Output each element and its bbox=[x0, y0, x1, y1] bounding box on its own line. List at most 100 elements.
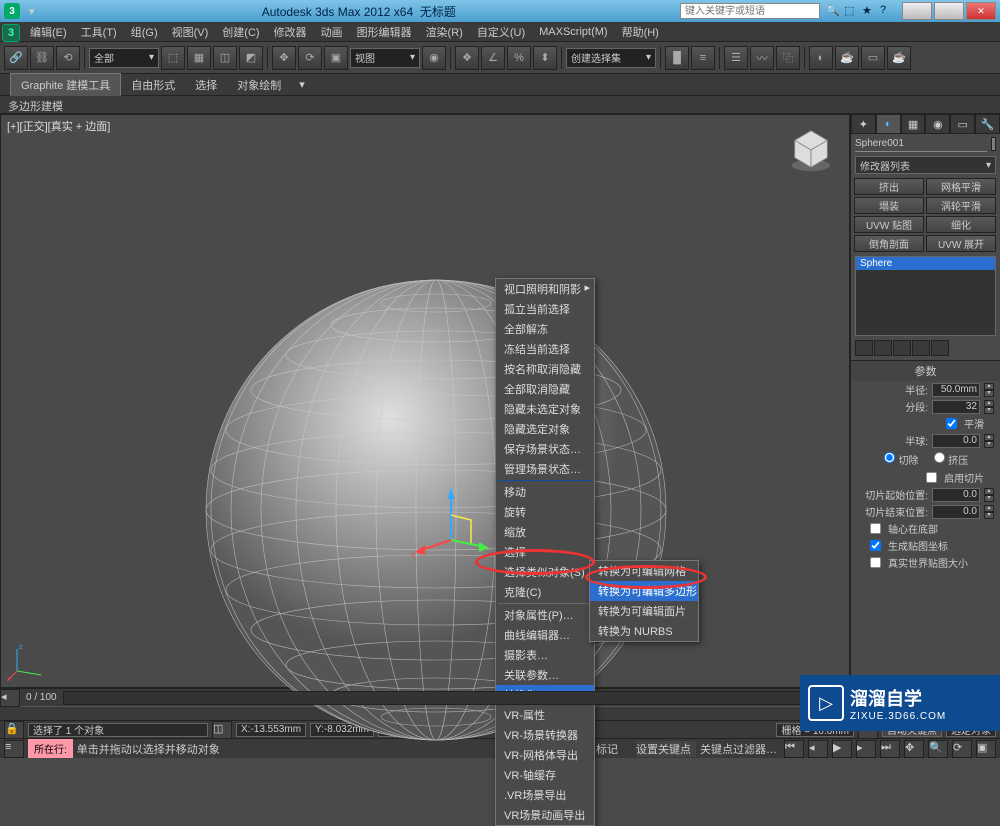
mod-btn-turbosmooth[interactable]: 涡轮平滑 bbox=[926, 197, 996, 214]
play-end-button[interactable]: ⏭ bbox=[880, 740, 900, 758]
modifier-stack[interactable]: Sphere bbox=[855, 256, 996, 336]
tab-utilities[interactable]: 🔧 bbox=[975, 114, 1000, 134]
play-start-button[interactable]: ⏮ bbox=[784, 740, 804, 758]
tab-motion[interactable]: ◉ bbox=[925, 114, 950, 134]
menu-grapheditors[interactable]: 图形编辑器 bbox=[351, 22, 418, 42]
segments-spinner[interactable]: ▴▾ bbox=[984, 400, 994, 414]
play-prev-button[interactable]: ◂ bbox=[808, 740, 828, 758]
object-color-swatch[interactable] bbox=[991, 137, 996, 151]
bind-button[interactable]: ⟲ bbox=[56, 46, 80, 70]
tab-display[interactable]: ▭ bbox=[950, 114, 975, 134]
modifier-list-dropdown[interactable]: 修改器列表▾ bbox=[855, 156, 996, 174]
pivot-button[interactable]: ◉ bbox=[422, 46, 446, 70]
ctx-vr-scene-conv[interactable]: VR-场景转换器 bbox=[496, 725, 594, 745]
nav-pan-button[interactable]: ✥ bbox=[904, 740, 924, 758]
tab-hierarchy[interactable]: ▦ bbox=[901, 114, 926, 134]
ctx-move[interactable]: 移动 bbox=[496, 482, 594, 502]
menu-customize[interactable]: 自定义(U) bbox=[471, 22, 531, 42]
chop-radio[interactable]: 切除 bbox=[883, 451, 919, 467]
mod-btn-meshsmooth[interactable]: 网格平滑 bbox=[926, 178, 996, 195]
spinner-snap-button[interactable]: ⬍ bbox=[533, 46, 557, 70]
ribbon-tab-selection[interactable]: 选择 bbox=[185, 74, 227, 96]
stack-item-sphere[interactable]: Sphere bbox=[856, 257, 995, 270]
curve-editor-button[interactable]: 〰 bbox=[750, 46, 774, 70]
menu-modifiers[interactable]: 修改器 bbox=[268, 22, 313, 42]
ctx-hide-sel[interactable]: 隐藏选定对象 bbox=[496, 419, 594, 439]
scale-button[interactable]: ▣ bbox=[324, 46, 348, 70]
minimize-button[interactable]: — bbox=[902, 2, 932, 20]
play-next-button[interactable]: ▸ bbox=[856, 740, 876, 758]
menu-group[interactable]: 组(G) bbox=[125, 22, 164, 42]
ribbon-panel-label[interactable]: 多边形建模 bbox=[0, 96, 1000, 114]
ctx-vr-props[interactable]: VR-属性 bbox=[496, 705, 594, 725]
schematic-button[interactable]: ⿻ bbox=[776, 46, 800, 70]
menu-maxscript[interactable]: MAXScript(M) bbox=[533, 24, 613, 40]
ctx-obj-props[interactable]: 对象属性(P)… bbox=[496, 605, 594, 625]
menu-views[interactable]: 视图(V) bbox=[166, 22, 215, 42]
ctx-unfreeze-all[interactable]: 全部解冻 bbox=[496, 319, 594, 339]
tab-create[interactable]: ✦ bbox=[851, 114, 876, 134]
mirror-button[interactable]: ▐▌ bbox=[665, 46, 689, 70]
move-button[interactable]: ✥ bbox=[272, 46, 296, 70]
segments-input[interactable] bbox=[932, 400, 980, 414]
slice-from-spinner[interactable]: ▴▾ bbox=[984, 488, 994, 502]
ribbon-tab-objectpaint[interactable]: 对象绘制 bbox=[227, 74, 291, 96]
ctx-select-similar[interactable]: 选择类似对象(S) bbox=[496, 562, 594, 582]
stack-pin-button[interactable] bbox=[855, 340, 873, 356]
menu-tools[interactable]: 工具(T) bbox=[75, 22, 123, 42]
maxscript-button[interactable]: ≡ bbox=[4, 740, 24, 758]
ctx-vr-anim-export[interactable]: VR场景动画导出 bbox=[496, 805, 594, 825]
help-search-input[interactable] bbox=[680, 3, 820, 19]
stack-show-button[interactable] bbox=[874, 340, 892, 356]
layers-button[interactable]: ☰ bbox=[724, 46, 748, 70]
select-button[interactable]: ⬚ bbox=[161, 46, 185, 70]
select-name-button[interactable]: ▦ bbox=[187, 46, 211, 70]
key-filters-button[interactable]: 关键点过滤器… bbox=[700, 741, 780, 757]
percent-snap-button[interactable]: % bbox=[507, 46, 531, 70]
render-fb-button[interactable]: ▭ bbox=[861, 46, 885, 70]
nav-max-button[interactable]: ▣ bbox=[976, 740, 996, 758]
ctx-to-editable-poly[interactable]: 转换为可编辑多边形 bbox=[590, 581, 698, 601]
select-region-button[interactable]: ◫ bbox=[213, 46, 237, 70]
ref-coord-dropdown[interactable]: 视图▾ bbox=[350, 48, 420, 68]
maximize-button[interactable]: ▭ bbox=[934, 2, 964, 20]
ctx-to-editable-mesh[interactable]: 转换为可编辑网格 bbox=[590, 561, 698, 581]
search-icon[interactable]: 🔍 bbox=[826, 4, 840, 18]
menu-create[interactable]: 创建(C) bbox=[216, 22, 265, 42]
app-icon[interactable]: 3 bbox=[4, 3, 20, 19]
radius-spinner[interactable]: ▴▾ bbox=[984, 383, 994, 397]
squash-radio[interactable]: 挤压 bbox=[933, 451, 969, 467]
rotate-button[interactable]: ⟳ bbox=[298, 46, 322, 70]
mod-btn-tessellate[interactable]: 细化 bbox=[926, 216, 996, 233]
play-button[interactable]: ▶ bbox=[832, 740, 852, 758]
object-name-input[interactable] bbox=[855, 136, 987, 152]
align-button[interactable]: ≡ bbox=[691, 46, 715, 70]
hemisphere-input[interactable] bbox=[932, 434, 980, 448]
ctx-clone[interactable]: 克隆(C) bbox=[496, 582, 594, 602]
unlink-button[interactable]: ⛓ bbox=[30, 46, 54, 70]
ctx-rotate[interactable]: 旋转 bbox=[496, 502, 594, 522]
viewcube[interactable] bbox=[787, 125, 835, 173]
ctx-lighting[interactable]: 视口照明和阴影▸ bbox=[496, 279, 594, 299]
angle-snap-button[interactable]: ∠ bbox=[481, 46, 505, 70]
ctx-freeze-sel[interactable]: 冻结当前选择 bbox=[496, 339, 594, 359]
menu-help[interactable]: 帮助(H) bbox=[616, 22, 665, 42]
real-world-checkbox[interactable] bbox=[870, 557, 881, 568]
lock-selection-button[interactable]: 🔒 bbox=[4, 721, 24, 739]
move-gizmo[interactable]: x z bbox=[411, 485, 491, 565]
ctx-to-nurbs[interactable]: 转换为 NURBS bbox=[590, 621, 698, 641]
material-editor-button[interactable]: ◐ bbox=[809, 46, 833, 70]
ctx-wire-params[interactable]: 关联参数… bbox=[496, 665, 594, 685]
ctx-save-state[interactable]: 保存场景状态… bbox=[496, 439, 594, 459]
menu-edit[interactable]: 编辑(E) bbox=[24, 22, 73, 42]
ctx-unhide-name[interactable]: 按名称取消隐藏 bbox=[496, 359, 594, 379]
star-icon[interactable]: ★ bbox=[862, 4, 876, 18]
rollout-header[interactable]: 参数 bbox=[851, 361, 1000, 381]
mod-btn-extrude[interactable]: 挤出 bbox=[854, 178, 924, 195]
radius-input[interactable] bbox=[932, 383, 980, 397]
mod-btn-unwrap[interactable]: UVW 展开 bbox=[926, 235, 996, 252]
application-button[interactable]: 3 bbox=[2, 24, 20, 42]
ribbon-tab-graphite[interactable]: Graphite 建模工具 bbox=[10, 73, 121, 96]
nav-zoom-button[interactable]: 🔍 bbox=[928, 740, 948, 758]
ctx-manage-state[interactable]: 管理场景状态… bbox=[496, 459, 594, 479]
